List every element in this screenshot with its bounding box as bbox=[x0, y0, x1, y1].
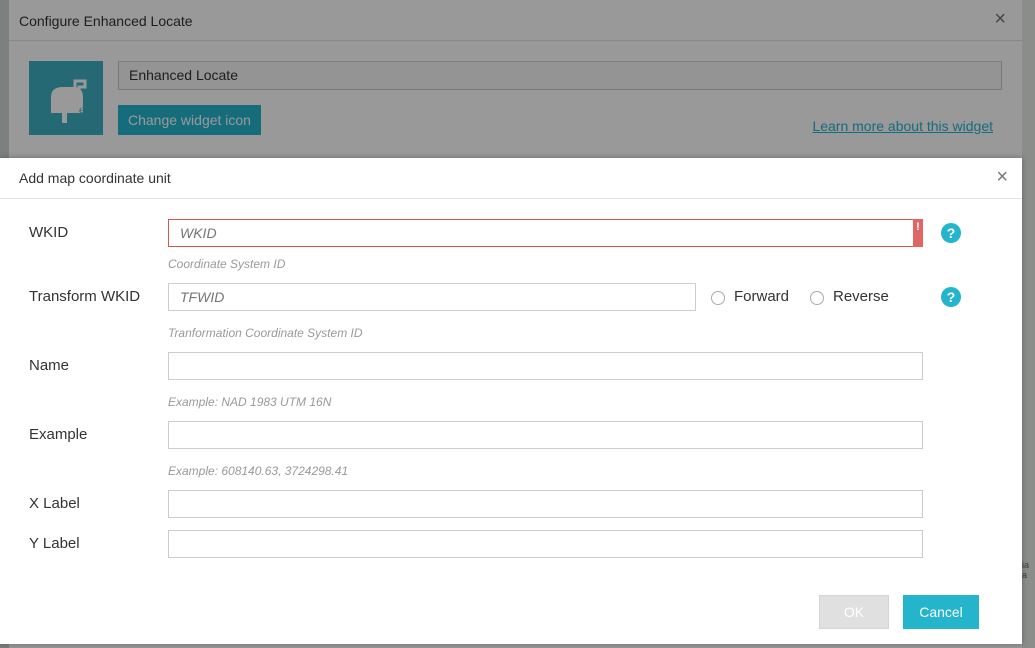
transform-wkid-label: Transform WKID bbox=[29, 288, 141, 305]
x-label-label: X Label bbox=[29, 495, 80, 512]
error-flag-icon: ! bbox=[913, 219, 923, 247]
example-hint: Example: 608140.63, 3724298.41 bbox=[168, 464, 349, 478]
ok-button[interactable]: OK bbox=[819, 595, 889, 629]
dialog-header: Add map coordinate unit × bbox=[0, 158, 1022, 199]
transform-wkid-hint: Tranformation Coordinate System ID bbox=[168, 326, 363, 340]
example-label: Example bbox=[29, 426, 88, 443]
y-label-label: Y Label bbox=[29, 535, 80, 552]
reverse-radio-label: Reverse bbox=[833, 288, 889, 305]
cancel-button[interactable]: Cancel bbox=[903, 595, 979, 629]
dialog-title: Add map coordinate unit bbox=[19, 170, 171, 186]
forward-radio-label: Forward bbox=[734, 288, 790, 305]
wkid-hint: Coordinate System ID bbox=[168, 257, 286, 271]
forward-radio[interactable] bbox=[711, 291, 725, 305]
dialog-close-icon[interactable]: × bbox=[996, 167, 1008, 187]
name-hint: Example: NAD 1983 UTM 16N bbox=[168, 395, 332, 409]
wkid-label: WKID bbox=[29, 224, 69, 241]
x-label-input[interactable] bbox=[168, 490, 923, 518]
name-label: Name bbox=[29, 357, 70, 374]
y-label-input[interactable] bbox=[168, 530, 923, 558]
wkid-input[interactable] bbox=[168, 219, 923, 247]
transform-wkid-input[interactable] bbox=[168, 283, 696, 311]
transform-wkid-help-icon[interactable]: ? bbox=[941, 287, 961, 307]
reverse-radio[interactable] bbox=[810, 291, 824, 305]
name-input[interactable] bbox=[168, 352, 923, 380]
wkid-help-icon[interactable]: ? bbox=[941, 223, 961, 243]
example-input[interactable] bbox=[168, 421, 923, 449]
